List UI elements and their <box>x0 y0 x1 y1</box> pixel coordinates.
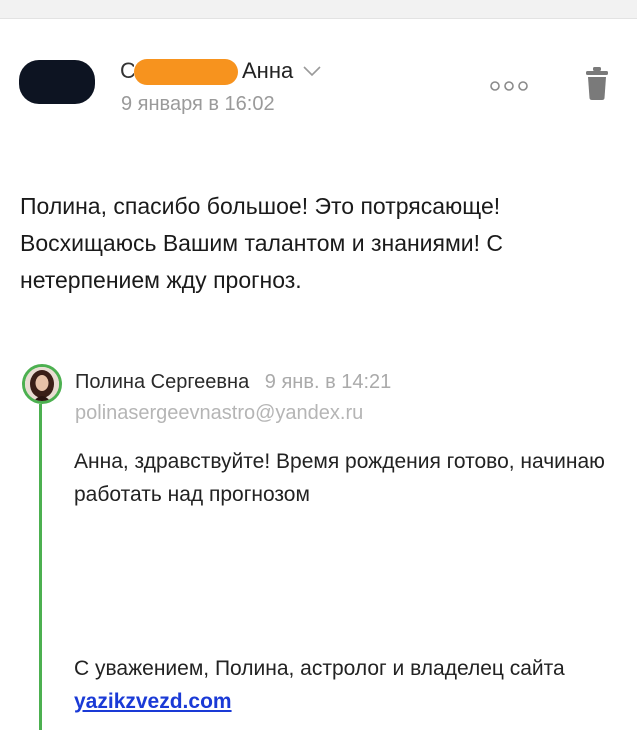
window-top-edge <box>0 0 637 19</box>
quoted-author-avatar[interactable] <box>22 364 62 404</box>
chevron-down-icon[interactable] <box>303 64 321 78</box>
sender-initial: С <box>120 58 134 83</box>
message-date: 9 января в 16:02 <box>121 93 275 115</box>
sender-name[interactable]: Анна <box>242 58 293 84</box>
sender-avatar[interactable] <box>19 60 95 104</box>
redaction-mark <box>134 59 238 85</box>
quoted-date: 9 янв. в 14:21 <box>264 371 392 393</box>
quoted-signature: С уважением, Полина, астролог и владелец… <box>74 652 614 718</box>
message-body: Полина, спасибо большое! Это потрясающе!… <box>20 193 504 293</box>
more-dots-icon[interactable] <box>489 80 529 92</box>
quoted-email[interactable]: polinasergeevnastro@yandex.ru <box>75 402 363 425</box>
quote-border <box>39 404 42 730</box>
site-link[interactable]: yazikzvezd.com <box>74 690 232 713</box>
quoted-author[interactable]: Полина Сергеевна <box>75 371 249 393</box>
quoted-text: Анна, здравствуйте! Время рождения готов… <box>74 450 605 506</box>
quoted-header: Полина Сергеевна 9 янв. в 14:21 <box>75 371 391 394</box>
portrait-icon <box>25 367 59 401</box>
signature-text: С уважением, Полина, астролог и владелец… <box>74 657 565 680</box>
trash-icon[interactable] <box>585 65 609 101</box>
